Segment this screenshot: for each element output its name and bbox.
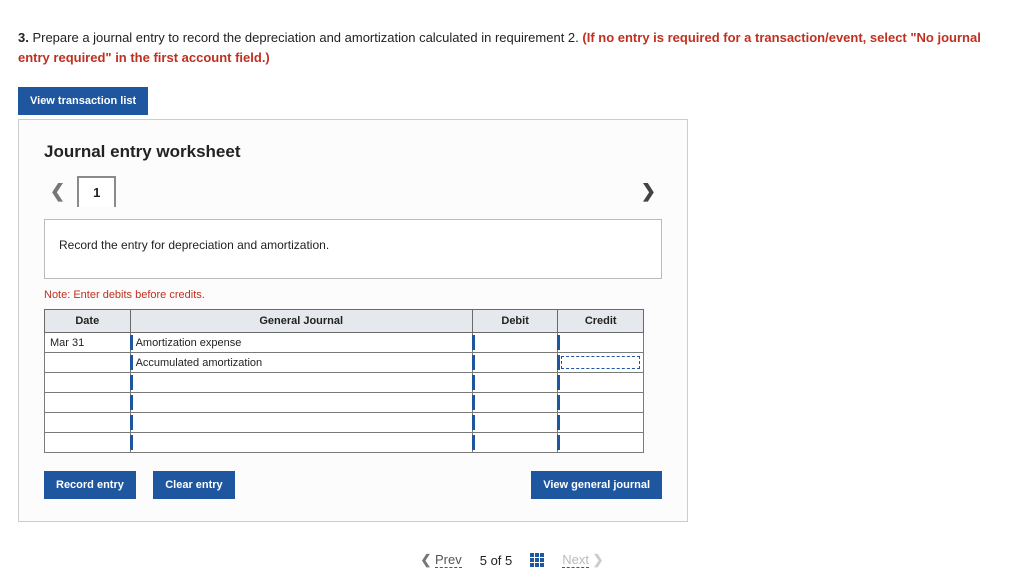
prev-label: Prev [435, 552, 462, 568]
date-cell[interactable] [45, 413, 131, 433]
journal-table: Date General Journal Debit Credit Mar 31… [44, 309, 644, 453]
credit-cell[interactable] [558, 413, 644, 433]
next-link: Next ❯ [562, 552, 603, 568]
account-cell[interactable] [130, 393, 472, 413]
debit-cell[interactable] [472, 353, 558, 373]
account-cell[interactable]: Amortization expense [130, 333, 472, 353]
debit-cell[interactable] [472, 393, 558, 413]
table-row [45, 413, 644, 433]
chevron-right-icon[interactable]: ❯ [635, 181, 662, 202]
date-cell[interactable] [45, 393, 131, 413]
header-debit: Debit [472, 310, 558, 333]
debit-cell[interactable] [472, 413, 558, 433]
clear-entry-button[interactable]: Clear entry [153, 471, 234, 499]
account-cell[interactable] [130, 433, 472, 453]
table-row [45, 373, 644, 393]
page-position: 5 of 5 [480, 553, 513, 568]
date-cell[interactable] [45, 353, 131, 373]
instruction-box: Record the entry for depreciation and am… [44, 219, 662, 279]
account-cell[interactable]: Accumulated amortization [130, 353, 472, 373]
header-date: Date [45, 310, 131, 333]
account-cell[interactable] [130, 413, 472, 433]
date-cell[interactable] [45, 373, 131, 393]
step-indicator[interactable]: 1 [77, 176, 116, 207]
action-row: Record entry Clear entry View general jo… [44, 471, 662, 499]
debit-cell[interactable] [472, 433, 558, 453]
date-cell[interactable]: Mar 31 [45, 333, 131, 353]
note-text: Note: Enter debits before credits. [44, 289, 662, 301]
worksheet-title: Journal entry worksheet [44, 142, 662, 162]
record-entry-button[interactable]: Record entry [44, 471, 136, 499]
table-row: Accumulated amortization [45, 353, 644, 373]
credit-cell[interactable] [558, 393, 644, 413]
view-transaction-list-button[interactable]: View transaction list [18, 87, 148, 115]
question-number: 3. [18, 30, 29, 45]
credit-cell[interactable] [558, 433, 644, 453]
chevron-left-icon: ❮ [44, 181, 71, 202]
view-general-journal-button[interactable]: View general journal [531, 471, 662, 499]
table-row [45, 393, 644, 413]
question-body: Prepare a journal entry to record the de… [29, 30, 583, 45]
header-general-journal: General Journal [130, 310, 472, 333]
account-cell[interactable] [130, 373, 472, 393]
page-navigation: ❮ Prev 5 of 5 Next ❯ [18, 552, 1006, 568]
debit-cell[interactable] [472, 373, 558, 393]
journal-worksheet: Journal entry worksheet ❮ 1 ❯ Record the… [18, 119, 688, 522]
debit-cell[interactable] [472, 333, 558, 353]
credit-cell[interactable] [558, 333, 644, 353]
table-row: Mar 31 Amortization expense [45, 333, 644, 353]
next-label: Next [562, 552, 589, 568]
date-cell[interactable] [45, 433, 131, 453]
credit-cell[interactable] [558, 373, 644, 393]
header-credit: Credit [558, 310, 644, 333]
credit-cell-focused[interactable] [558, 353, 644, 373]
table-row [45, 433, 644, 453]
step-navigator: ❮ 1 ❯ [44, 176, 662, 207]
prev-link[interactable]: ❮ Prev [420, 552, 461, 568]
question-prompt: 3. Prepare a journal entry to record the… [18, 28, 1006, 67]
